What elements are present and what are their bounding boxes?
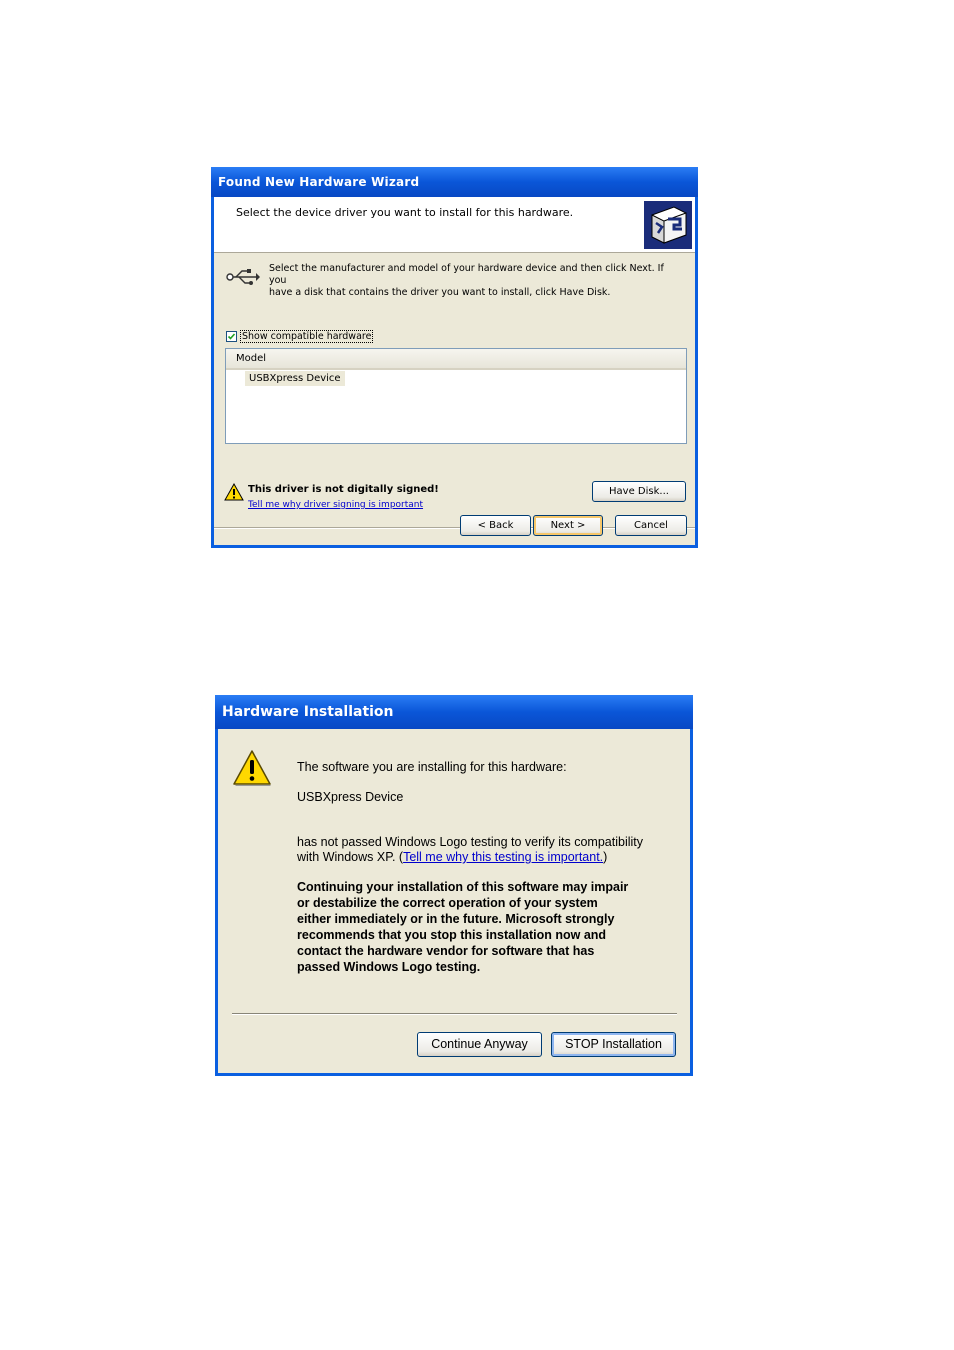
wizard-header: Select the device driver you want to ins… xyxy=(214,197,695,253)
show-compatible-label[interactable]: Show compatible hardware xyxy=(240,330,374,343)
model-column-label: Model xyxy=(236,353,267,364)
install-title: Hardware Installation xyxy=(222,704,394,720)
wizard-client-area: Select the device driver you want to ins… xyxy=(214,197,695,545)
list-item[interactable]: USBXpress Device xyxy=(245,371,345,386)
install-client-area: The software you are installing for this… xyxy=(218,729,690,1073)
stop-installation-label: STOP Installation xyxy=(565,1037,662,1051)
hardware-installation-dialog: Hardware Installation The software you a… xyxy=(215,695,693,1076)
usb-icon xyxy=(226,269,260,285)
continue-anyway-label: Continue Anyway xyxy=(431,1037,528,1051)
instruction-line-1: Select the manufacturer and model of you… xyxy=(269,263,664,286)
warning-line: contact the hardware vendor for software… xyxy=(297,944,595,958)
device-name-text: USBXpress Device xyxy=(297,790,404,804)
wizard-title: Found New Hardware Wizard xyxy=(218,175,420,189)
instruction-line-2: have a disk that contains the driver you… xyxy=(269,287,611,298)
cancel-button[interactable]: Cancel xyxy=(615,515,687,536)
model-column-header[interactable]: Model xyxy=(226,349,686,370)
back-button[interactable]: < Back xyxy=(460,515,531,536)
unsigned-driver-warning: This driver is not digitally signed! xyxy=(248,484,439,495)
warning-line: passed Windows Logo testing. xyxy=(297,960,481,974)
wizard-instruction: Select the manufacturer and model of you… xyxy=(269,263,679,299)
hardware-wizard-window: Found New Hardware Wizard Select the dev… xyxy=(211,167,698,548)
wizard-titlebar[interactable]: Found New Hardware Wizard xyxy=(211,167,698,197)
windows-xp-suffix: ) xyxy=(603,850,608,864)
continue-anyway-button[interactable]: Continue Anyway xyxy=(417,1032,542,1057)
warning-icon xyxy=(233,750,271,786)
checkmark-icon xyxy=(227,333,236,340)
wizard-hardware-icon xyxy=(644,201,692,249)
driver-signing-link[interactable]: Tell me why driver signing is important xyxy=(248,500,423,510)
windows-xp-line: with Windows XP. (Tell me why this testi… xyxy=(297,850,607,864)
next-button[interactable]: Next > xyxy=(533,515,603,536)
logo-testing-link[interactable]: Tell me why this testing is important. xyxy=(403,850,603,864)
back-label: < Back xyxy=(477,520,514,531)
show-compatible-checkbox[interactable] xyxy=(226,331,237,342)
wizard-header-text: Select the device driver you want to ins… xyxy=(236,206,574,219)
have-disk-label: Have Disk... xyxy=(609,486,669,497)
install-warning-paragraph: Continuing your installation of this sof… xyxy=(297,879,677,975)
next-label: Next > xyxy=(550,520,586,531)
windows-xp-prefix: with Windows XP. ( xyxy=(297,850,404,864)
warning-line: either immediately or in the future. Mic… xyxy=(297,912,615,926)
warning-line: recommends that you stop this installati… xyxy=(297,928,607,942)
install-intro-text: The software you are installing for this… xyxy=(297,760,567,774)
warning-icon xyxy=(224,483,244,501)
install-separator xyxy=(232,1013,677,1015)
cancel-label: Cancel xyxy=(634,520,668,531)
logo-test-text: has not passed Windows Logo testing to v… xyxy=(297,835,644,849)
warning-line: or destabilize the correct operation of … xyxy=(297,896,598,910)
have-disk-button[interactable]: Have Disk... xyxy=(592,481,686,502)
install-titlebar[interactable]: Hardware Installation xyxy=(215,695,693,729)
warning-line: Continuing your installation of this sof… xyxy=(297,880,629,894)
stop-installation-button[interactable]: STOP Installation xyxy=(551,1032,676,1057)
model-listbox[interactable]: Model USBXpress Device xyxy=(225,348,687,444)
